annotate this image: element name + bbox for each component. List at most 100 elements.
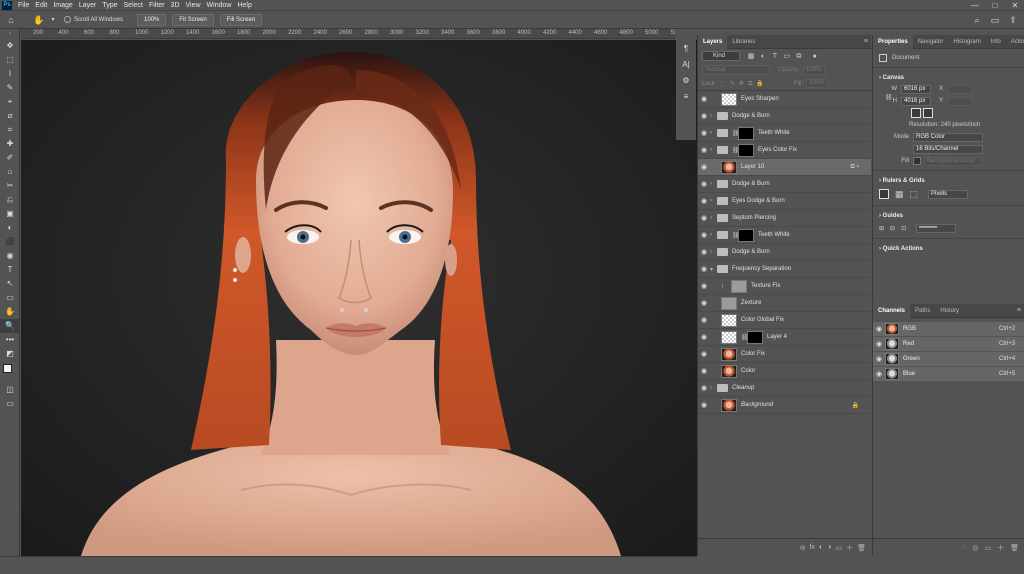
layer-thumbnail[interactable] xyxy=(721,160,737,174)
layer-row[interactable]: ◉ Color Global Fix xyxy=(698,312,871,329)
visibility-eye-icon[interactable]: ◉ xyxy=(698,367,710,375)
units-select[interactable]: Pixels xyxy=(928,189,969,199)
layer-thumbnail[interactable] xyxy=(721,330,737,344)
landscape-orientation-icon[interactable] xyxy=(923,108,933,118)
layer-thumbnail[interactable] xyxy=(721,313,737,327)
layer-row[interactable]: ◉ Color Fix xyxy=(698,346,871,363)
expand-chevron-icon[interactable]: › xyxy=(710,113,717,119)
layer-row[interactable]: ◉ Background 🔒 xyxy=(698,397,871,414)
dodge-tool-icon[interactable]: T xyxy=(0,263,20,277)
history-brush-tool-icon[interactable]: ▣ xyxy=(0,207,20,221)
visibility-eye-icon[interactable]: ◉ xyxy=(698,265,710,273)
grid-toggle-icon[interactable]: ▦ xyxy=(895,189,904,200)
visibility-eye-icon[interactable]: ◉ xyxy=(698,197,710,205)
visibility-eye-icon[interactable]: ◉ xyxy=(873,325,885,333)
menu-window[interactable]: Window xyxy=(204,2,235,9)
blur-tool-icon[interactable]: ◉ xyxy=(0,249,20,263)
visibility-eye-icon[interactable]: ◉ xyxy=(698,299,710,307)
move-tool-icon[interactable]: ✥ xyxy=(0,39,20,53)
visibility-eye-icon[interactable]: ◉ xyxy=(698,214,710,222)
visibility-eye-icon[interactable]: ◉ xyxy=(698,146,710,154)
new-group-icon[interactable]: ▭ xyxy=(835,544,842,552)
height-input[interactable]: 4016 px xyxy=(901,96,931,106)
new-channel-icon[interactable]: ＋ xyxy=(997,543,1004,553)
tab-libraries[interactable]: Libraries xyxy=(727,35,760,49)
menu-filter[interactable]: Filter xyxy=(146,2,168,9)
more-tools-icon[interactable]: ◩ xyxy=(0,347,20,361)
menu-type[interactable]: Type xyxy=(99,2,120,9)
layer-row[interactable]: ◉ ⛓ Layer 4 xyxy=(698,329,871,346)
guides-from-shape-icon[interactable]: ⊟ xyxy=(890,225,895,232)
visibility-eye-icon[interactable]: ◉ xyxy=(698,231,710,239)
expand-chevron-icon[interactable]: › xyxy=(710,198,717,204)
guide-style-select[interactable]: ━━━━━ xyxy=(916,223,957,233)
hand-tool-icon[interactable]: 🔍 xyxy=(0,319,20,333)
link-icon[interactable]: ⛓ xyxy=(885,94,893,101)
quick-actions-section-title[interactable]: › Quick Actions xyxy=(873,242,1024,254)
fill-swatch[interactable] xyxy=(913,157,921,165)
crop-tool-icon[interactable]: ⧄ xyxy=(0,109,20,123)
delete-layer-icon[interactable]: 🗑 xyxy=(857,544,866,552)
y-input[interactable] xyxy=(947,96,973,106)
visibility-eye-icon[interactable]: ◉ xyxy=(698,350,710,358)
expand-chevron-icon[interactable]: › xyxy=(710,385,717,391)
healing-brush-tool-icon[interactable]: ✐ xyxy=(0,151,20,165)
layer-mask-thumbnail[interactable] xyxy=(738,228,754,242)
expand-chevron-icon[interactable]: ▾ xyxy=(710,266,717,273)
layer-row[interactable]: ◉ Eyes Sharpen xyxy=(698,91,871,108)
layer-row[interactable]: ◉ Layer 10 ⧉ ▾ xyxy=(698,159,871,176)
channel-row[interactable]: ◉ Green Ctrl+4 xyxy=(873,352,1024,367)
share-icon[interactable]: ⇪ xyxy=(1006,13,1020,27)
menu-image[interactable]: Image xyxy=(50,2,75,9)
magic-wand-tool-icon[interactable]: ⌖ xyxy=(0,95,20,109)
layer-mask-thumbnail[interactable] xyxy=(738,126,754,140)
visibility-eye-icon[interactable]: ◉ xyxy=(698,316,710,324)
channel-row[interactable]: ◉ RGB Ctrl+2 xyxy=(873,322,1024,337)
visibility-eye-icon[interactable]: ◉ xyxy=(873,355,885,363)
layer-row[interactable]: ◉ › ⛓ Teeth White xyxy=(698,227,871,244)
layer-mask-thumbnail[interactable] xyxy=(747,330,763,344)
expand-chevron-icon[interactable]: › xyxy=(710,130,717,136)
type-tool-icon[interactable]: ▭ xyxy=(0,291,20,305)
guides-canvas-icon[interactable]: ⊡ xyxy=(901,225,906,232)
type-filter-icon[interactable]: T xyxy=(770,53,780,60)
menu-layer[interactable]: Layer xyxy=(76,2,100,9)
adjustment-filter-icon[interactable]: ◐ xyxy=(758,53,768,60)
menu-help[interactable]: Help xyxy=(234,2,254,9)
blend-mode-select[interactable]: Normal xyxy=(702,65,770,75)
add-mask-icon[interactable]: ◐ xyxy=(819,544,823,551)
layer-row[interactable]: ◉ › Eyes Dodge & Burn xyxy=(698,193,871,210)
character-icon[interactable]: A| xyxy=(676,58,696,72)
visibility-eye-icon[interactable]: ◉ xyxy=(873,370,885,378)
layer-row[interactable]: ◉ › ⛓ Eyes Color Fix xyxy=(698,142,871,159)
eraser-tool-icon[interactable]: ◐ xyxy=(0,221,20,235)
guides-section-title[interactable]: › Guides xyxy=(873,209,1024,221)
channel-row[interactable]: ◉ Blue Ctrl+5 xyxy=(873,367,1024,382)
layer-row[interactable]: ◉ ▾ Frequency Separation xyxy=(698,261,871,278)
visibility-eye-icon[interactable]: ◉ xyxy=(698,248,710,256)
tab-paths[interactable]: Paths xyxy=(910,304,935,318)
opacity-input[interactable]: 100% xyxy=(803,65,826,75)
filter-toggle-icon[interactable]: ● xyxy=(806,53,824,60)
visibility-eye-icon[interactable]: ◉ xyxy=(698,384,710,392)
visibility-eye-icon[interactable]: ◉ xyxy=(698,282,710,290)
layer-row[interactable]: ◉ › Cleanup xyxy=(698,380,871,397)
pen-tool-icon[interactable]: ↖ xyxy=(0,277,20,291)
load-channel-selection-icon[interactable]: ◌ xyxy=(962,544,966,551)
layer-thumbnail[interactable] xyxy=(721,92,737,106)
paragraph-icon[interactable]: ¶ xyxy=(676,42,696,56)
mode-select[interactable]: RGB Color xyxy=(913,132,983,142)
menu-select[interactable]: Select xyxy=(121,2,146,9)
menu-edit[interactable]: Edit xyxy=(32,2,50,9)
expand-chevron-icon[interactable]: › xyxy=(710,181,717,187)
color-swatches[interactable] xyxy=(0,361,19,383)
maximize-button[interactable]: □ xyxy=(986,0,1004,11)
frame-tool-icon[interactable]: ⌗ xyxy=(0,123,20,137)
layer-row[interactable]: ◉ › ⛓ Teeth White xyxy=(698,125,871,142)
brush-tool-icon[interactable]: ✂ xyxy=(0,179,20,193)
pixel-filter-icon[interactable]: ▦ xyxy=(746,52,756,60)
save-selection-channel-icon[interactable]: ◎ xyxy=(972,544,978,552)
toolbar-collapse-icon[interactable]: » xyxy=(0,29,20,39)
home-icon[interactable]: ⌂ xyxy=(4,13,18,27)
visibility-eye-icon[interactable]: ◉ xyxy=(698,129,710,137)
